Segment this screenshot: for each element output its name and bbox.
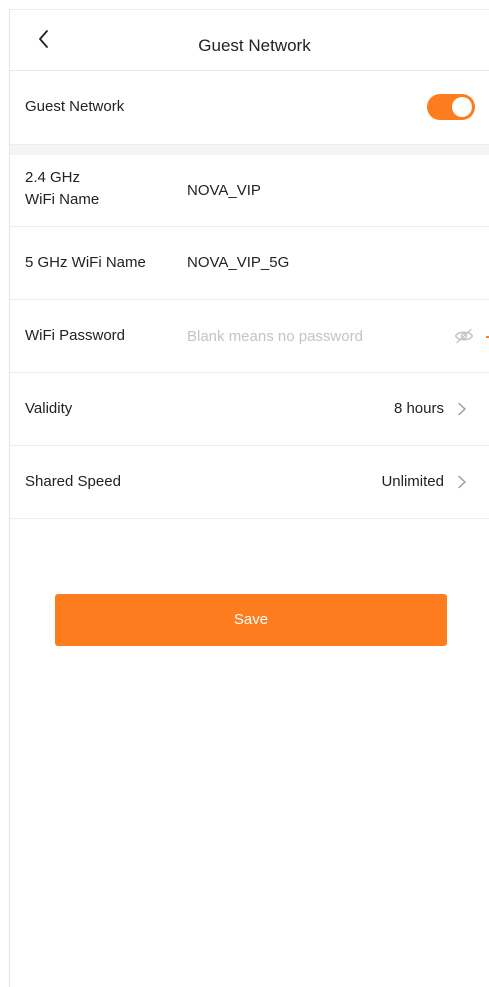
wifi-password-label: WiFi Password <box>25 327 126 344</box>
wifi-5-row[interactable]: 5 GHz WiFi Name NOVA_VIP_5G <box>10 227 489 300</box>
validity-value: 8 hours <box>393 400 444 417</box>
header: Guest Network <box>10 10 489 71</box>
wifi-24-row[interactable]: 2.4 GHz WiFi Name NOVA_VIP <box>10 155 489 227</box>
guest-network-screen: Guest Network Guest Network 2.4 GHz WiFi… <box>9 9 489 987</box>
validity-label: Validity <box>25 400 73 417</box>
wifi-password-input[interactable] <box>187 323 437 349</box>
wifi-5-label: 5 GHz WiFi Name <box>25 254 146 271</box>
wifi-24-name-value[interactable]: NOVA_VIP <box>187 180 261 202</box>
page-title: Guest Network <box>198 36 311 55</box>
chevron-right-icon <box>458 475 466 489</box>
toggle-knob <box>452 97 472 117</box>
shared-speed-row[interactable]: Shared Speed Unlimited <box>10 446 489 519</box>
guest-network-row: Guest Network <box>10 71 489 145</box>
password-visibility-toggle[interactable] <box>454 328 474 344</box>
wifi-5-name-value[interactable]: NOVA_VIP_5G <box>187 252 289 274</box>
eye-hidden-icon <box>454 328 474 344</box>
chevron-right-icon <box>458 402 466 416</box>
shared-speed-label: Shared Speed <box>25 473 121 490</box>
wifi-password-row: WiFi Password <box>10 300 489 373</box>
wifi-24-label: 2.4 GHz WiFi Name <box>25 169 100 208</box>
section-divider <box>10 145 489 155</box>
shared-speed-value: Unlimited <box>381 473 444 490</box>
guest-network-label: Guest Network <box>25 98 125 115</box>
validity-row[interactable]: Validity 8 hours <box>10 373 489 446</box>
guest-network-toggle[interactable] <box>427 94 475 120</box>
save-button[interactable]: Save <box>55 594 447 646</box>
